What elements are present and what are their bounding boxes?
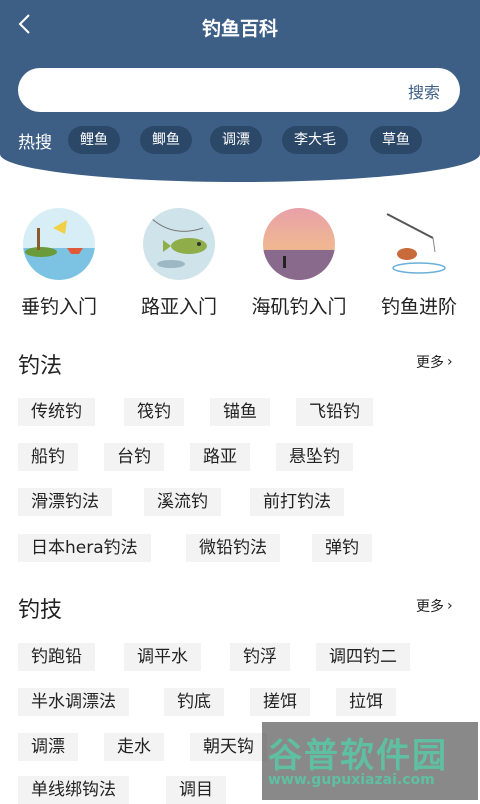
method-chip[interactable]: 船钓 bbox=[18, 443, 78, 471]
watermark-text: 谷普软件园 bbox=[268, 736, 448, 776]
method-chip[interactable]: 前打钓法 bbox=[250, 488, 344, 516]
hot-tag[interactable]: 鲤鱼 bbox=[68, 126, 120, 154]
technique-chip[interactable]: 钓跑铅 bbox=[18, 643, 95, 671]
watermark-url: www.gupuxiazai.com bbox=[268, 772, 435, 788]
method-chip[interactable]: 日本hera钓法 bbox=[18, 534, 151, 562]
technique-chip[interactable]: 朝天钩 bbox=[190, 733, 267, 761]
method-chip[interactable]: 飞铅钓 bbox=[296, 398, 373, 426]
method-chip[interactable]: 滑漂钓法 bbox=[18, 488, 112, 516]
sunset-sea-photo-icon bbox=[263, 208, 335, 280]
method-chip[interactable]: 锚鱼 bbox=[210, 398, 270, 426]
watermark: 谷普软件园 www.gupuxiazai.com bbox=[262, 722, 478, 800]
category-advanced-fishing[interactable]: 钓鱼进阶 bbox=[354, 208, 480, 319]
method-chip[interactable]: 悬坠钓 bbox=[276, 443, 353, 471]
method-chip[interactable]: 溪流钓 bbox=[144, 488, 221, 516]
section-title-methods: 钓法 bbox=[18, 354, 63, 379]
more-link-techniques[interactable]: 更多 › bbox=[416, 596, 453, 616]
hot-tag[interactable]: 草鱼 bbox=[370, 126, 422, 154]
more-link-methods[interactable]: 更多 › bbox=[416, 352, 453, 372]
search-input[interactable]: 搜索 bbox=[18, 68, 460, 112]
method-chip[interactable]: 弹钓 bbox=[312, 534, 372, 562]
chevron-right-icon: › bbox=[447, 598, 453, 614]
technique-chip[interactable]: 搓饵 bbox=[250, 688, 310, 716]
technique-chip[interactable]: 调漂 bbox=[18, 733, 78, 761]
page-title: 钓鱼百科 bbox=[201, 18, 278, 40]
hot-search-label: 热搜 bbox=[18, 133, 52, 153]
header-bar: 钓鱼百科 搜索 热搜 鲤鱼 鲫鱼 调漂 李大毛 草鱼 bbox=[0, 0, 480, 182]
category-label: 海矶钓入门 bbox=[251, 296, 347, 318]
category-lure-intro[interactable]: 路亚入门 bbox=[114, 208, 244, 319]
category-label: 钓鱼进阶 bbox=[380, 296, 457, 318]
technique-chip[interactable]: 调平水 bbox=[124, 643, 201, 671]
more-label: 更多 bbox=[416, 355, 444, 371]
fishing-boat-illustration-icon bbox=[23, 208, 95, 280]
category-sea-rock-intro[interactable]: 海矶钓入门 bbox=[234, 208, 364, 319]
technique-chip[interactable]: 拉饵 bbox=[336, 688, 396, 716]
method-chip[interactable]: 微铅钓法 bbox=[186, 534, 280, 562]
category-beginner-fishing[interactable]: 垂钓入门 bbox=[0, 208, 124, 319]
search-button[interactable]: 搜索 bbox=[408, 79, 440, 103]
hot-tag[interactable]: 鲫鱼 bbox=[140, 126, 192, 154]
technique-chip[interactable]: 钓浮 bbox=[230, 643, 290, 671]
category-label: 路亚入门 bbox=[140, 296, 217, 318]
fish-jumping-illustration-icon bbox=[383, 208, 455, 280]
chevron-right-icon: › bbox=[447, 354, 453, 370]
hot-tag[interactable]: 李大毛 bbox=[282, 126, 348, 154]
technique-chip[interactable]: 钓底 bbox=[164, 688, 224, 716]
category-label: 垂钓入门 bbox=[20, 296, 97, 318]
method-chip[interactable]: 台钓 bbox=[104, 443, 164, 471]
lure-fish-illustration-icon bbox=[143, 208, 215, 280]
technique-chip[interactable]: 半水调漂法 bbox=[18, 688, 129, 716]
hot-tag[interactable]: 调漂 bbox=[210, 126, 262, 154]
method-chip[interactable]: 筏钓 bbox=[124, 398, 184, 426]
method-chip[interactable]: 路亚 bbox=[190, 443, 250, 471]
section-title-techniques: 钓技 bbox=[18, 598, 63, 623]
more-label: 更多 bbox=[416, 599, 444, 615]
method-chip[interactable]: 传统钓 bbox=[18, 398, 95, 426]
technique-chip[interactable]: 调四钓二 bbox=[316, 643, 410, 671]
technique-chip[interactable]: 走水 bbox=[104, 733, 164, 761]
